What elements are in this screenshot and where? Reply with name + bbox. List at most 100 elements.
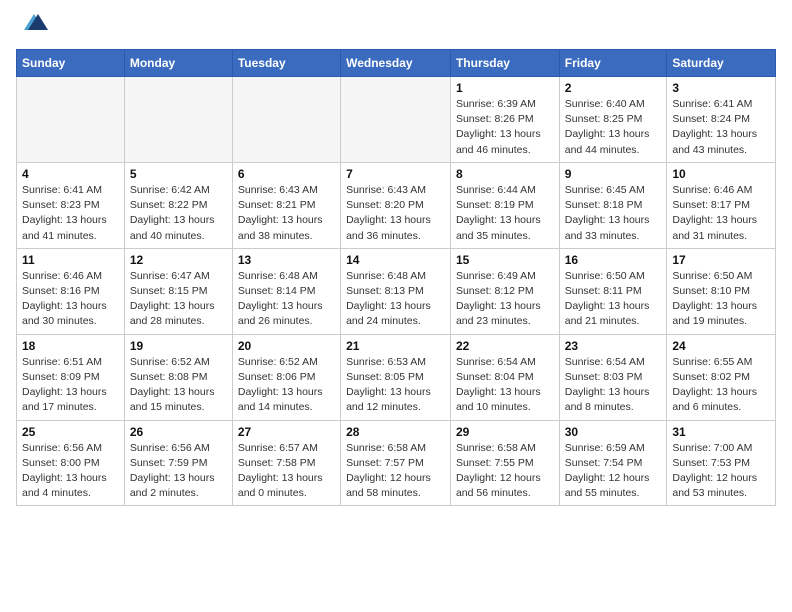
- day-info: Sunrise: 6:44 AM Sunset: 8:19 PM Dayligh…: [456, 183, 554, 244]
- day-info: Sunrise: 6:59 AM Sunset: 7:54 PM Dayligh…: [565, 441, 662, 502]
- day-number: 8: [456, 167, 554, 181]
- day-cell: 20Sunrise: 6:52 AM Sunset: 8:06 PM Dayli…: [232, 334, 340, 420]
- day-number: 4: [22, 167, 119, 181]
- day-cell: 15 Sunrise: 6:49 AM Sunset: 8:12 PM Dayli…: [450, 248, 559, 334]
- week-row-1: 1 Sunrise: 6:39 AM Sunset: 8:26 PM Daylig…: [17, 77, 776, 163]
- day-info: Sunrise: 6:49 AM Sunset: 8:12 PM Dayligh…: [456, 269, 554, 330]
- day-info: Sunrise: 6:40 AM Sunset: 8:25 PM Dayligh…: [565, 97, 662, 158]
- day-info: Sunrise: 6:46 AM Sunset: 8:16 PM Dayligh…: [22, 269, 119, 330]
- day-number: 27: [238, 425, 335, 439]
- day-cell: 17 Sunrise: 6:50 AM Sunset: 8:10 PM Dayli…: [667, 248, 776, 334]
- day-info: Sunrise: 6:56 AM Sunset: 7:59 PM Dayligh…: [130, 441, 227, 502]
- day-info: Sunrise: 6:54 AM Sunset: 8:04 PM Dayligh…: [456, 355, 554, 416]
- day-cell: 13 Sunrise: 6:48 AM Sunset: 8:14 PM Dayli…: [232, 248, 340, 334]
- day-number: 17: [672, 253, 770, 267]
- day-cell: [124, 77, 232, 163]
- day-number: 5: [130, 167, 227, 181]
- day-cell: 25Sunrise: 6:56 AM Sunset: 8:00 PM Dayli…: [17, 420, 125, 506]
- day-info: Sunrise: 6:41 AM Sunset: 8:24 PM Dayligh…: [672, 97, 770, 158]
- day-cell: 7 Sunrise: 6:43 AM Sunset: 8:20 PM Daylig…: [341, 162, 451, 248]
- day-number: 6: [238, 167, 335, 181]
- day-number: 12: [130, 253, 227, 267]
- day-info: Sunrise: 6:50 AM Sunset: 8:10 PM Dayligh…: [672, 269, 770, 330]
- day-number: 24: [672, 339, 770, 353]
- day-info: Sunrise: 6:58 AM Sunset: 7:57 PM Dayligh…: [346, 441, 445, 502]
- day-info: Sunrise: 6:39 AM Sunset: 8:26 PM Dayligh…: [456, 97, 554, 158]
- day-cell: 28 Sunrise: 6:58 AM Sunset: 7:57 PM Dayli…: [341, 420, 451, 506]
- day-number: 23: [565, 339, 662, 353]
- day-number: 2: [565, 81, 662, 95]
- day-cell: 19 Sunrise: 6:52 AM Sunset: 8:08 PM Dayli…: [124, 334, 232, 420]
- day-cell: 2 Sunrise: 6:40 AM Sunset: 8:25 PM Daylig…: [559, 77, 667, 163]
- day-number: 1: [456, 81, 554, 95]
- day-cell: 21Sunrise: 6:53 AM Sunset: 8:05 PM Dayli…: [341, 334, 451, 420]
- day-cell: 6 Sunrise: 6:43 AM Sunset: 8:21 PM Daylig…: [232, 162, 340, 248]
- day-info: Sunrise: 6:57 AM Sunset: 7:58 PM Dayligh…: [238, 441, 335, 502]
- day-cell: 8 Sunrise: 6:44 AM Sunset: 8:19 PM Daylig…: [450, 162, 559, 248]
- weekday-monday: Monday: [124, 50, 232, 77]
- day-cell: 5 Sunrise: 6:42 AM Sunset: 8:22 PM Daylig…: [124, 162, 232, 248]
- weekday-friday: Friday: [559, 50, 667, 77]
- weekday-tuesday: Tuesday: [232, 50, 340, 77]
- day-number: 7: [346, 167, 445, 181]
- logo: [16, 16, 48, 39]
- day-cell: 24Sunrise: 6:55 AM Sunset: 8:02 PM Dayli…: [667, 334, 776, 420]
- day-cell: 18 Sunrise: 6:51 AM Sunset: 8:09 PM Dayli…: [17, 334, 125, 420]
- weekday-header-row: SundayMondayTuesdayWednesdayThursdayFrid…: [17, 50, 776, 77]
- day-info: Sunrise: 6:48 AM Sunset: 8:14 PM Dayligh…: [238, 269, 335, 330]
- day-number: 20: [238, 339, 335, 353]
- week-row-4: 18 Sunrise: 6:51 AM Sunset: 8:09 PM Dayli…: [17, 334, 776, 420]
- day-cell: 11 Sunrise: 6:46 AM Sunset: 8:16 PM Dayli…: [17, 248, 125, 334]
- day-number: 16: [565, 253, 662, 267]
- day-number: 9: [565, 167, 662, 181]
- day-cell: 4 Sunrise: 6:41 AM Sunset: 8:23 PM Daylig…: [17, 162, 125, 248]
- day-info: Sunrise: 6:58 AM Sunset: 7:55 PM Dayligh…: [456, 441, 554, 502]
- weekday-wednesday: Wednesday: [341, 50, 451, 77]
- day-cell: [17, 77, 125, 163]
- day-number: 3: [672, 81, 770, 95]
- calendar-table: SundayMondayTuesdayWednesdayThursdayFrid…: [16, 49, 776, 506]
- day-number: 31: [672, 425, 770, 439]
- day-cell: 3 Sunrise: 6:41 AM Sunset: 8:24 PM Daylig…: [667, 77, 776, 163]
- day-info: Sunrise: 6:51 AM Sunset: 8:09 PM Dayligh…: [22, 355, 119, 416]
- day-info: Sunrise: 6:47 AM Sunset: 8:15 PM Dayligh…: [130, 269, 227, 330]
- day-cell: 16 Sunrise: 6:50 AM Sunset: 8:11 PM Dayli…: [559, 248, 667, 334]
- day-info: Sunrise: 6:48 AM Sunset: 8:13 PM Dayligh…: [346, 269, 445, 330]
- day-cell: 27 Sunrise: 6:57 AM Sunset: 7:58 PM Dayli…: [232, 420, 340, 506]
- day-number: 28: [346, 425, 445, 439]
- day-info: Sunrise: 6:46 AM Sunset: 8:17 PM Dayligh…: [672, 183, 770, 244]
- day-number: 11: [22, 253, 119, 267]
- day-info: Sunrise: 6:41 AM Sunset: 8:23 PM Dayligh…: [22, 183, 119, 244]
- day-cell: [341, 77, 451, 163]
- logo-icon: [20, 12, 48, 39]
- week-row-5: 25Sunrise: 6:56 AM Sunset: 8:00 PM Dayli…: [17, 420, 776, 506]
- day-number: 15: [456, 253, 554, 267]
- day-info: Sunrise: 6:52 AM Sunset: 8:08 PM Dayligh…: [130, 355, 227, 416]
- day-number: 13: [238, 253, 335, 267]
- weekday-saturday: Saturday: [667, 50, 776, 77]
- day-info: Sunrise: 6:54 AM Sunset: 8:03 PM Dayligh…: [565, 355, 662, 416]
- day-number: 19: [130, 339, 227, 353]
- day-info: Sunrise: 6:43 AM Sunset: 8:20 PM Dayligh…: [346, 183, 445, 244]
- day-cell: 14 Sunrise: 6:48 AM Sunset: 8:13 PM Dayli…: [341, 248, 451, 334]
- day-info: Sunrise: 6:53 AM Sunset: 8:05 PM Dayligh…: [346, 355, 445, 416]
- day-number: 26: [130, 425, 227, 439]
- day-number: 14: [346, 253, 445, 267]
- day-info: Sunrise: 6:43 AM Sunset: 8:21 PM Dayligh…: [238, 183, 335, 244]
- day-cell: 9Sunrise: 6:45 AM Sunset: 8:18 PM Daylig…: [559, 162, 667, 248]
- day-cell: 1 Sunrise: 6:39 AM Sunset: 8:26 PM Daylig…: [450, 77, 559, 163]
- day-number: 30: [565, 425, 662, 439]
- day-info: Sunrise: 6:50 AM Sunset: 8:11 PM Dayligh…: [565, 269, 662, 330]
- day-number: 18: [22, 339, 119, 353]
- day-cell: 31 Sunrise: 7:00 AM Sunset: 7:53 PM Dayli…: [667, 420, 776, 506]
- day-cell: 12 Sunrise: 6:47 AM Sunset: 8:15 PM Dayli…: [124, 248, 232, 334]
- calendar-body: 1 Sunrise: 6:39 AM Sunset: 8:26 PM Daylig…: [17, 77, 776, 506]
- week-row-3: 11 Sunrise: 6:46 AM Sunset: 8:16 PM Dayli…: [17, 248, 776, 334]
- day-info: Sunrise: 6:42 AM Sunset: 8:22 PM Dayligh…: [130, 183, 227, 244]
- day-cell: 10Sunrise: 6:46 AM Sunset: 8:17 PM Dayli…: [667, 162, 776, 248]
- day-info: Sunrise: 7:00 AM Sunset: 7:53 PM Dayligh…: [672, 441, 770, 502]
- weekday-thursday: Thursday: [450, 50, 559, 77]
- day-cell: 26 Sunrise: 6:56 AM Sunset: 7:59 PM Dayli…: [124, 420, 232, 506]
- page-header: [16, 16, 776, 39]
- day-cell: 29Sunrise: 6:58 AM Sunset: 7:55 PM Dayli…: [450, 420, 559, 506]
